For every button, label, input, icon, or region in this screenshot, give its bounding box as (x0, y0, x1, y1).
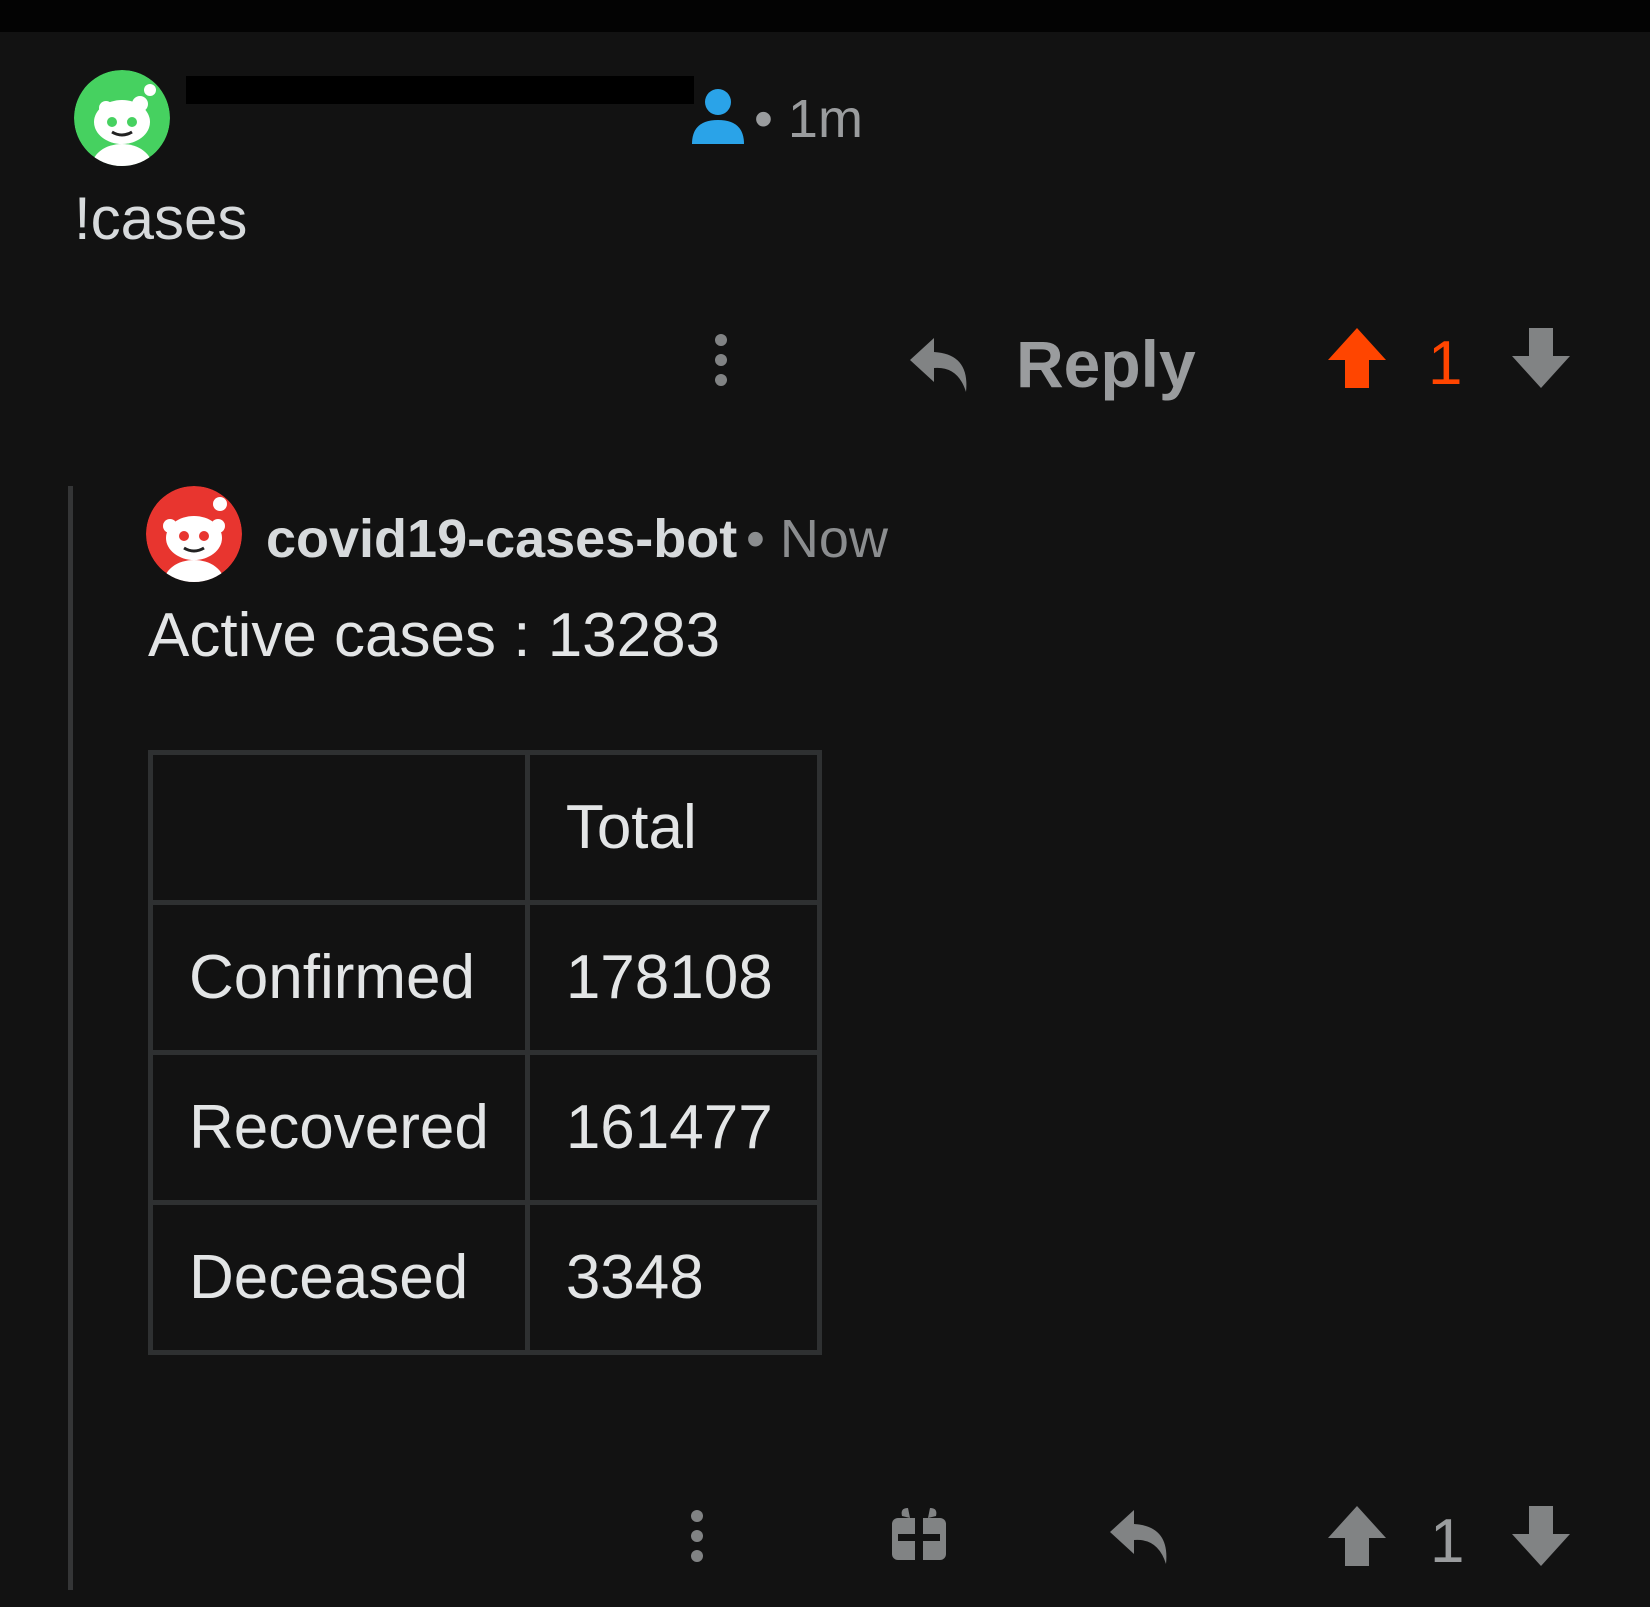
upvote-icon (1328, 1506, 1386, 1566)
bot-username[interactable]: covid19-cases-bot (266, 508, 737, 570)
cases-table: Total Confirmed 178108 Recovered 161477 … (148, 750, 822, 1355)
award-button[interactable] (890, 1504, 948, 1562)
vote-count: 1 (1430, 1507, 1465, 1576)
downvote-button[interactable] (1510, 1504, 1572, 1568)
table-header-cell: Total (524, 750, 822, 905)
status-bar (0, 0, 1650, 32)
upvote-icon (1328, 328, 1386, 388)
table-cell-label: Confirmed (148, 900, 530, 1055)
upvote-button[interactable] (1326, 326, 1388, 390)
reply-label: Reply (1016, 327, 1196, 401)
gift-icon (892, 1508, 946, 1560)
table-row: Deceased 3348 (148, 1200, 822, 1355)
downvote-button[interactable] (1510, 326, 1572, 390)
downvote-icon (1512, 328, 1570, 388)
table-header-row: Total (148, 750, 822, 905)
table-cell-label: Deceased (148, 1200, 530, 1355)
table-header-cell (148, 750, 530, 905)
reply-button[interactable] (1108, 1506, 1174, 1566)
vote-count: 1 (1428, 329, 1463, 398)
more-options-icon[interactable] (712, 332, 730, 388)
table-row: Recovered 161477 (148, 1050, 822, 1205)
table-cell-label: Recovered (148, 1050, 530, 1205)
reply-icon (1110, 1510, 1167, 1564)
op-user-icon (690, 86, 746, 146)
active-cases-text: Active cases : 13283 (148, 601, 721, 670)
snoo-avatar-green-icon (74, 70, 170, 166)
user-avatar[interactable] (74, 70, 170, 166)
bot-timestamp: • Now (746, 509, 888, 569)
table-row: Confirmed 178108 (148, 900, 822, 1055)
comment-body: !cases (74, 185, 248, 252)
bot-avatar[interactable] (146, 486, 242, 582)
upvote-button[interactable] (1326, 1504, 1388, 1568)
reply-icon (908, 334, 974, 394)
reply-button[interactable]: Reply (908, 326, 1196, 402)
table-cell-value: 161477 (524, 1050, 822, 1205)
downvote-icon (1512, 1506, 1570, 1566)
more-options-icon[interactable] (688, 1508, 706, 1564)
table-cell-value: 3348 (524, 1200, 822, 1355)
snoo-avatar-red-icon (146, 486, 242, 582)
comment-timestamp: • 1m (754, 89, 863, 149)
thread-line[interactable] (68, 486, 73, 1590)
table-cell-value: 178108 (524, 900, 822, 1055)
redacted-username (186, 76, 694, 104)
